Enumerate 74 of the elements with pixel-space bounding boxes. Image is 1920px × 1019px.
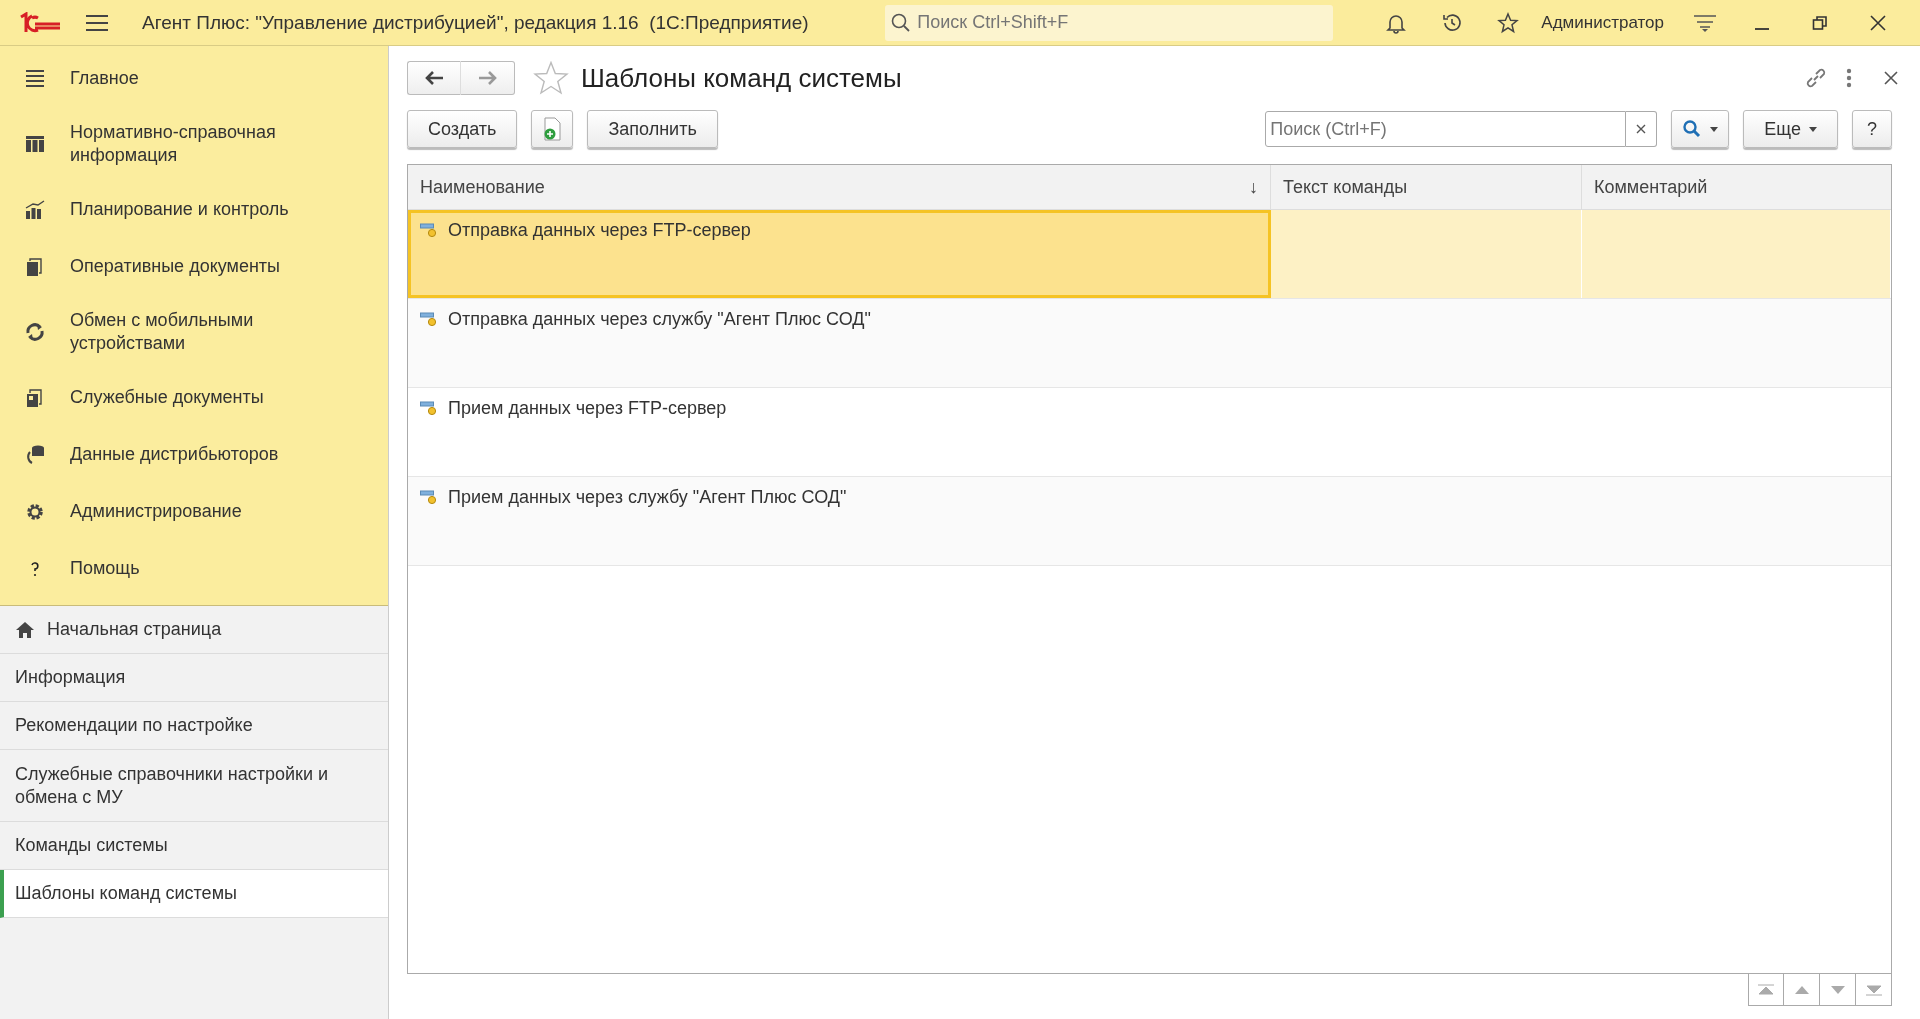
column-header[interactable]: Текст команды bbox=[1271, 165, 1582, 209]
restore-icon[interactable] bbox=[1812, 14, 1828, 31]
table-cell: Прием данных через FTP-сервер bbox=[408, 388, 1271, 476]
funnel-menu-icon[interactable] bbox=[1694, 12, 1716, 33]
caret-icon bbox=[1809, 126, 1817, 132]
column-header[interactable]: Комментарий bbox=[1582, 165, 1891, 209]
table-row[interactable]: Отправка данных через FTP-сервер bbox=[408, 210, 1891, 299]
clear-icon bbox=[1636, 124, 1647, 134]
window-title: Агент Плюс: "Управление дистрибуцией", редакция 1.16 (1С:Предприятие) bbox=[142, 11, 809, 34]
section-item[interactable]: Служебные документы bbox=[0, 369, 388, 426]
section-item[interactable]: Данные дистрибьюторов bbox=[0, 426, 388, 483]
table-row[interactable]: Прием данных через службу "Агент Плюс СОД" bbox=[408, 477, 1891, 566]
list-icon bbox=[24, 67, 46, 90]
section-item[interactable]: Помощь bbox=[0, 540, 388, 597]
template-icon bbox=[420, 490, 438, 506]
fill-button[interactable]: Заполнить bbox=[587, 110, 718, 148]
section-item[interactable]: Нормативно-справочная информация bbox=[0, 107, 388, 181]
nav-item[interactable]: Шаблоны команд системы bbox=[0, 870, 388, 918]
user-name[interactable]: Администратор bbox=[1541, 12, 1664, 33]
logo-icon bbox=[18, 11, 62, 34]
create-button[interactable]: Создать bbox=[407, 110, 518, 148]
section-item[interactable]: Главное bbox=[0, 50, 388, 107]
down-arrow-icon bbox=[1829, 984, 1846, 995]
search-field[interactable]: Поиск (Ctrl+F) bbox=[1265, 111, 1627, 147]
sync-icon bbox=[24, 321, 46, 343]
table-row[interactable]: Отправка данных через службу "Агент Плюс СОД" bbox=[408, 299, 1891, 388]
nav-item[interactable]: Информация bbox=[0, 654, 388, 702]
database-icon bbox=[24, 443, 46, 466]
up-arrow-icon bbox=[1793, 984, 1810, 995]
template-icon bbox=[420, 401, 438, 417]
section-item[interactable]: Обмен с мобильными устройствами bbox=[0, 295, 388, 369]
new-document-icon bbox=[542, 117, 563, 141]
table-cell: Отправка данных через FTP-сервер bbox=[408, 210, 1271, 298]
link-icon[interactable] bbox=[1804, 66, 1828, 90]
star-icon[interactable] bbox=[533, 61, 569, 95]
first-page-button[interactable] bbox=[1748, 974, 1784, 1006]
columns-icon bbox=[24, 133, 46, 155]
last-page-button[interactable] bbox=[1856, 974, 1892, 1006]
bottom-arrow-icon bbox=[1865, 983, 1882, 996]
page-down-button[interactable] bbox=[1820, 974, 1856, 1006]
nav-item[interactable]: Рекомендации по настройке bbox=[0, 702, 388, 750]
nav-item[interactable]: Начальная страница bbox=[0, 606, 388, 654]
bar-chart-icon bbox=[24, 198, 46, 221]
template-icon bbox=[420, 223, 438, 239]
history-icon[interactable] bbox=[1441, 11, 1464, 34]
more-button[interactable]: Еще bbox=[1743, 110, 1838, 148]
copy-button[interactable] bbox=[531, 110, 574, 148]
search-button[interactable] bbox=[1671, 110, 1730, 148]
caret-icon bbox=[1710, 126, 1719, 132]
section-item[interactable]: Планирование и контроль bbox=[0, 181, 388, 238]
star-icon[interactable] bbox=[1497, 11, 1520, 34]
help-button[interactable]: ? bbox=[1852, 110, 1892, 148]
section-item[interactable]: Администрирование bbox=[0, 483, 388, 540]
right-arrow-icon bbox=[477, 71, 498, 85]
menu-icon[interactable] bbox=[86, 13, 108, 32]
search-icon bbox=[891, 12, 912, 33]
more-vertical-icon[interactable] bbox=[1846, 68, 1852, 88]
clear-button[interactable] bbox=[1626, 111, 1658, 147]
back-button[interactable] bbox=[407, 61, 461, 95]
table-cell: Отправка данных через службу "Агент Плюс СОД" bbox=[408, 299, 1271, 387]
nav-item[interactable]: Служебные справочники настройки и обмена с МУ bbox=[0, 750, 388, 822]
section-item[interactable]: Оперативные документы bbox=[0, 238, 388, 295]
top-arrow-icon bbox=[1758, 983, 1774, 996]
close-icon[interactable] bbox=[1870, 14, 1886, 31]
column-header[interactable]: Наименование ↓ bbox=[408, 165, 1271, 209]
search-icon bbox=[1682, 119, 1703, 139]
page-up-button[interactable] bbox=[1784, 974, 1820, 1006]
home-icon bbox=[15, 620, 35, 639]
form-title: Шаблоны команд системы bbox=[581, 62, 902, 94]
left-arrow-icon bbox=[424, 71, 444, 85]
template-icon bbox=[420, 312, 438, 328]
global-search-field[interactable]: Поиск Ctrl+Shift+F bbox=[885, 4, 1334, 41]
table-cell: Прием данных через службу "Агент Плюс СОД" bbox=[408, 477, 1271, 565]
close-icon[interactable] bbox=[1884, 71, 1898, 85]
